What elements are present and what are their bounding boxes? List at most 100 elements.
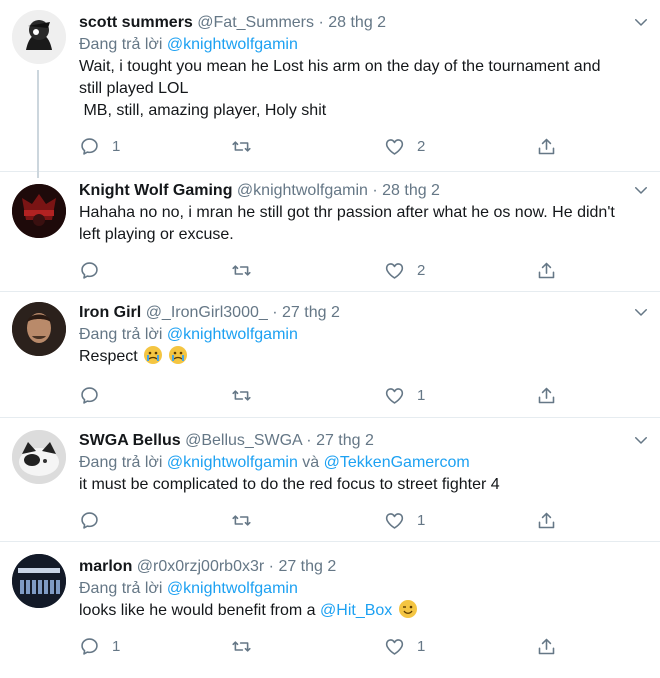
tweet-marlon[interactable]: marlon @r0x0rzj00rb0x3r · 27 thg 2 Đang … bbox=[0, 542, 660, 678]
replying-to: Đang trả lời @knightwolfgamin bbox=[79, 578, 630, 600]
share-icon bbox=[536, 260, 557, 281]
avatar-image bbox=[12, 184, 66, 238]
avatar[interactable] bbox=[12, 184, 66, 238]
like-count: 2 bbox=[417, 261, 426, 279]
mention-link[interactable]: @Hit_Box bbox=[320, 602, 392, 619]
reply-icon bbox=[79, 385, 100, 406]
mention-link[interactable]: @knightwolfgamin bbox=[167, 454, 298, 471]
reply-icon bbox=[79, 636, 100, 657]
display-name[interactable]: Knight Wolf Gaming bbox=[79, 182, 232, 199]
caret-down-icon[interactable] bbox=[632, 303, 650, 321]
mention-link[interactable]: @knightwolfgamin bbox=[167, 326, 298, 343]
retweet-icon bbox=[231, 385, 252, 406]
replying-to-label: Đang trả lời bbox=[79, 326, 163, 343]
reply-button[interactable] bbox=[79, 509, 112, 531]
caret-down-icon[interactable] bbox=[632, 431, 650, 449]
tweet-text-line: MB, still, amazing player, Holy shit bbox=[79, 102, 327, 119]
tweet-text-line: Wait, i tought you mean he Lost his arm … bbox=[79, 58, 601, 75]
tweet-text-line: looks like he would benefit from a bbox=[79, 602, 316, 619]
reply-button[interactable] bbox=[79, 259, 112, 281]
user-handle[interactable]: @Bellus_SWGA bbox=[185, 432, 302, 449]
share-button[interactable] bbox=[536, 135, 557, 157]
like-button[interactable]: 1 bbox=[384, 509, 425, 531]
timestamp[interactable]: 27 thg 2 bbox=[316, 432, 374, 449]
reply-count: 1 bbox=[112, 137, 121, 155]
tweet-text: looks like he would benefit from a @Hit_… bbox=[79, 600, 630, 622]
separator: · bbox=[318, 14, 324, 31]
tweet-knight-wolf-gaming[interactable]: Knight Wolf Gaming @knightwolfgamin · 28… bbox=[0, 172, 660, 292]
like-button[interactable]: 2 bbox=[384, 135, 425, 157]
reply-button[interactable]: 1 bbox=[79, 635, 120, 657]
like-button[interactable]: 2 bbox=[384, 259, 425, 281]
retweet-icon bbox=[231, 136, 252, 157]
like-button[interactable]: 1 bbox=[384, 635, 425, 657]
avatar[interactable] bbox=[12, 302, 66, 356]
replying-to: Đang trả lời @knightwolfgamin bbox=[79, 34, 630, 56]
avatar[interactable] bbox=[12, 10, 66, 64]
tweet-iron-girl[interactable]: Iron Girl @_IronGirl3000_ · 27 thg 2 Đan… bbox=[0, 292, 660, 418]
share-button[interactable] bbox=[536, 384, 557, 406]
replying-to-label: Đang trả lời bbox=[79, 580, 163, 597]
retweet-icon bbox=[231, 510, 252, 531]
display-name[interactable]: Iron Girl bbox=[79, 304, 141, 321]
reply-button[interactable]: 1 bbox=[79, 135, 120, 157]
tweet-swga-bellus[interactable]: SWGA Bellus @Bellus_SWGA · 27 thg 2 Đang… bbox=[0, 418, 660, 542]
user-handle[interactable]: @_IronGirl3000_ bbox=[146, 304, 268, 321]
user-handle[interactable]: @r0x0rzj00rb0x3r bbox=[137, 558, 264, 575]
replying-to: Đang trả lời @knightwolfgamin bbox=[79, 324, 630, 346]
retweet-icon bbox=[231, 260, 252, 281]
mention-link[interactable]: @TekkenGamercom bbox=[324, 454, 470, 471]
tweet-text: Wait, i tought you mean he Lost his arm … bbox=[79, 56, 630, 122]
display-name[interactable]: marlon bbox=[79, 558, 132, 575]
share-button[interactable] bbox=[536, 635, 557, 657]
user-handle[interactable]: @knightwolfgamin bbox=[237, 182, 368, 199]
timestamp[interactable]: 27 thg 2 bbox=[282, 304, 340, 321]
like-icon bbox=[384, 510, 405, 531]
avatar[interactable] bbox=[12, 430, 66, 484]
tweet-text: it must be complicated to do the red foc… bbox=[79, 474, 630, 496]
like-button[interactable]: 1 bbox=[384, 384, 425, 406]
timestamp[interactable]: 28 thg 2 bbox=[328, 14, 386, 31]
share-icon bbox=[536, 510, 557, 531]
caret-down-icon[interactable] bbox=[632, 13, 650, 31]
share-icon bbox=[536, 636, 557, 657]
tweet-text: Hahaha no no, i mran he still got thr pa… bbox=[79, 202, 630, 246]
avatar-image bbox=[12, 10, 66, 64]
share-button[interactable] bbox=[536, 509, 557, 531]
separator: · bbox=[272, 304, 278, 321]
retweet-button[interactable] bbox=[231, 135, 264, 157]
share-button[interactable] bbox=[536, 259, 557, 281]
retweet-icon bbox=[231, 636, 252, 657]
replying-to: Đang trả lời @knightwolfgamin và @Tekken… bbox=[79, 452, 630, 474]
replying-to-label: Đang trả lời bbox=[79, 36, 163, 53]
avatar[interactable] bbox=[12, 554, 66, 608]
retweet-button[interactable] bbox=[231, 384, 264, 406]
reply-button[interactable] bbox=[79, 384, 112, 406]
reply-icon bbox=[79, 136, 100, 157]
like-count: 1 bbox=[417, 511, 426, 529]
tweet-scott-summers[interactable]: scott summers @Fat_Summers · 28 thg 2 Đa… bbox=[0, 0, 660, 178]
display-name[interactable]: SWGA Bellus bbox=[79, 432, 181, 449]
user-handle[interactable]: @Fat_Summers bbox=[197, 14, 314, 31]
replying-to-joiner: và bbox=[302, 454, 320, 471]
separator: · bbox=[268, 558, 274, 575]
winking-face-emoji bbox=[398, 600, 417, 618]
like-icon bbox=[384, 136, 405, 157]
mention-link[interactable]: @knightwolfgamin bbox=[167, 36, 298, 53]
reply-icon bbox=[79, 260, 100, 281]
avatar-image bbox=[12, 554, 66, 608]
caret-down-icon[interactable] bbox=[632, 181, 650, 199]
like-count: 2 bbox=[417, 137, 426, 155]
retweet-button[interactable] bbox=[231, 509, 264, 531]
retweet-button[interactable] bbox=[231, 635, 264, 657]
timestamp[interactable]: 28 thg 2 bbox=[382, 182, 440, 199]
retweet-button[interactable] bbox=[231, 259, 264, 281]
like-icon bbox=[384, 260, 405, 281]
display-name[interactable]: scott summers bbox=[79, 14, 193, 31]
share-icon bbox=[536, 385, 557, 406]
thread-line bbox=[37, 70, 39, 178]
tweet-text-line: still played LOL bbox=[79, 80, 189, 97]
like-count: 1 bbox=[417, 637, 426, 655]
mention-link[interactable]: @knightwolfgamin bbox=[167, 580, 298, 597]
timestamp[interactable]: 27 thg 2 bbox=[278, 558, 336, 575]
